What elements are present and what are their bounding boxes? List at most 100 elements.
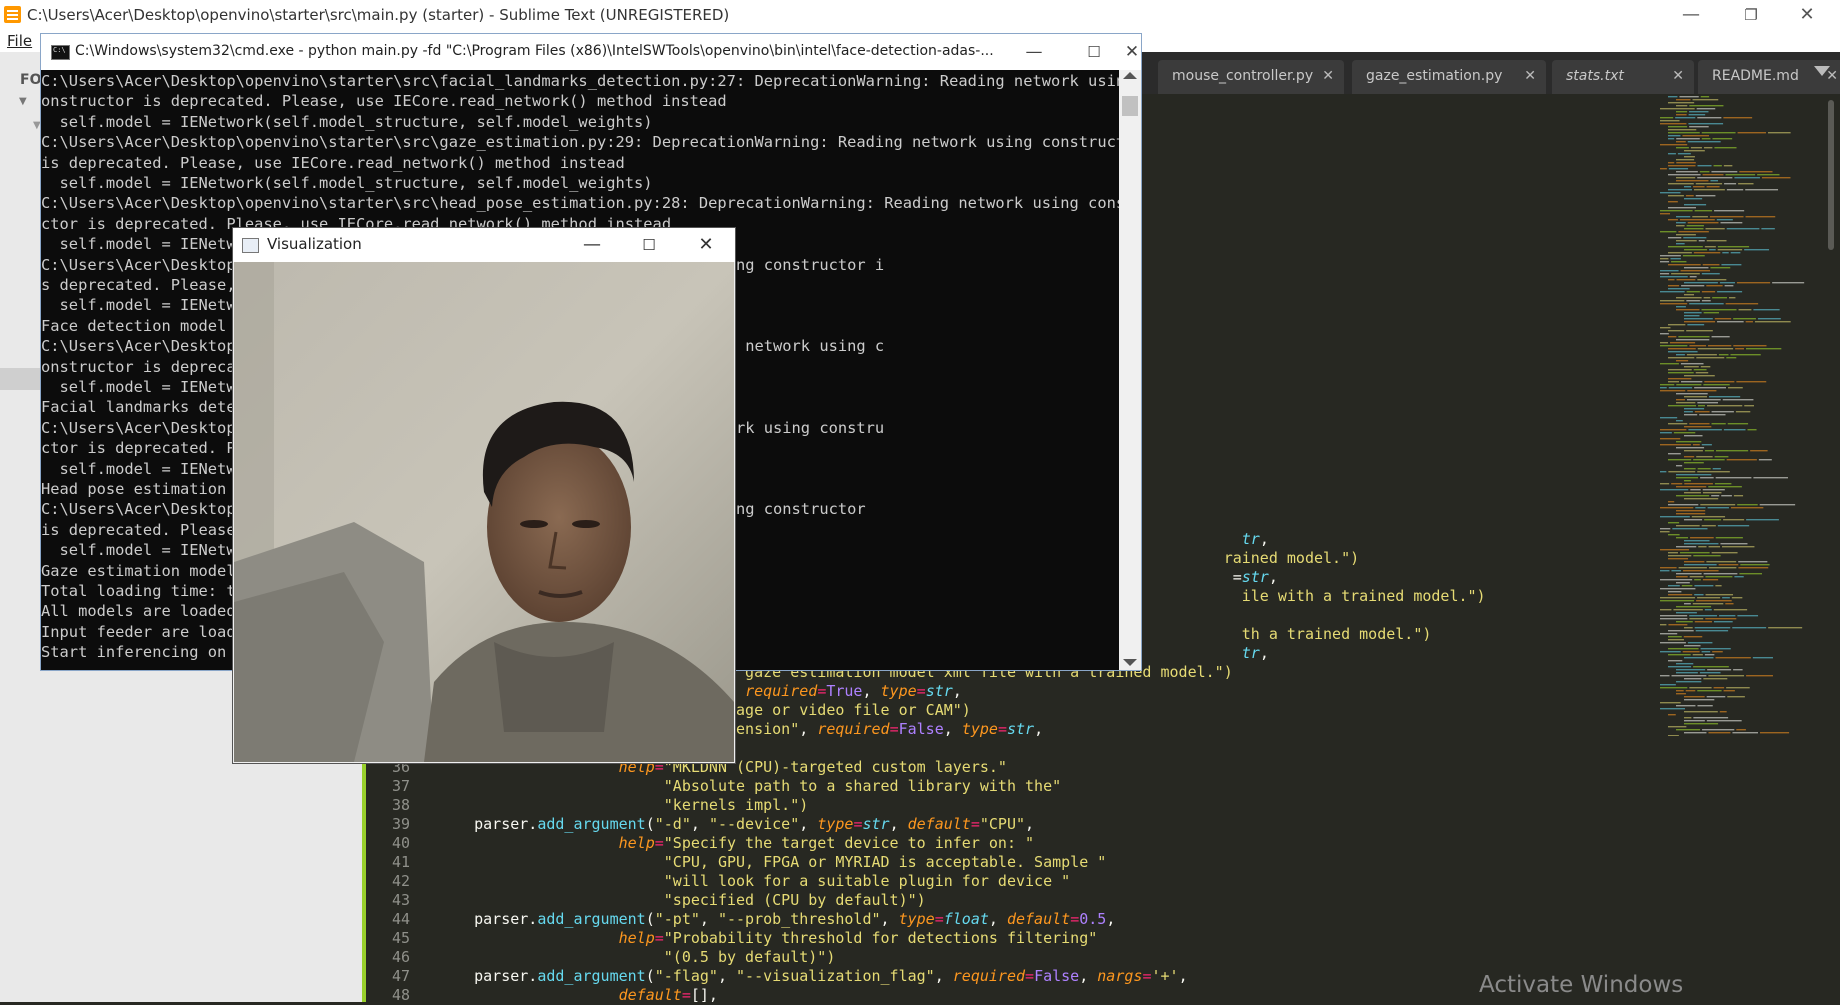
minimap-line [1676,162,1696,164]
minimap-line [1717,249,1743,251]
code-token: add_argument [537,967,646,985]
code-token: , [1259,644,1269,662]
tab-mouse-controller[interactable]: mouse_controller.py ✕ [1158,60,1344,94]
code-token: rained model.") [1223,549,1360,567]
cmd-output-line: Start inferencing on [41,643,227,662]
tab-gaze-estimation[interactable]: gaze_estimation.py ✕ [1352,60,1546,94]
cmd-output-line: self.model = IENetwo [41,378,245,396]
code-line[interactable]: 43 "specified (CPU by default)") [366,891,1826,910]
minimap-line [1711,171,1738,173]
viz-titlebar[interactable]: Visualization — ☐ ✕ [233,228,735,262]
minimap-line [1723,429,1746,431]
minimap-line [1684,366,1699,368]
code-line[interactable]: 37 "Absolute path to a shared library wi… [366,777,1826,796]
cmd-output-line: All models are loaded [41,602,236,621]
viz-minimize-button[interactable]: — [563,228,621,262]
minimap-line [1714,318,1732,320]
code-line[interactable]: 40 help="Specify the target device to in… [366,834,1826,853]
viz-maximize-button[interactable]: ☐ [620,228,678,262]
code-line[interactable]: 41 "CPU, GPU, FPGA or MYRIAD is acceptab… [366,853,1826,872]
minimap-line [1660,231,1677,233]
code-line[interactable]: 44 parser.add_argument("-pt", "--prob_th… [366,910,1826,929]
minimap-line [1668,423,1688,425]
minimap-line [1713,165,1722,167]
tab-close-icon[interactable]: ✕ [1524,60,1536,92]
scroll-up-icon[interactable] [1123,72,1137,79]
cmd-minimize-button[interactable]: — [1005,34,1063,70]
code-line[interactable]: 46 "(0.5 by default)") [366,948,1826,967]
cmd-close-button[interactable]: ✕ [1121,34,1143,70]
minimap-line [1719,282,1735,284]
minimap-line [1697,348,1734,350]
minimap-line [1703,297,1711,299]
sublime-minimize-button[interactable]: — [1668,0,1714,30]
tab-close-icon[interactable]: ✕ [1322,60,1334,92]
minimap-line [1671,483,1683,485]
minimap-line [1668,129,1697,131]
minimap-line [1684,267,1709,269]
minimap-line [1660,345,1688,347]
minimap-line [1699,171,1710,173]
code-token: "--prob_threshold" [717,910,881,928]
minimap-line [1668,168,1689,170]
cmd-output-line: Facial landmarks dete [41,398,236,417]
minimap-line [1684,282,1718,284]
minimap-line [1710,267,1731,269]
code-token: type [961,720,998,738]
viz-close-button[interactable]: ✕ [677,228,735,262]
minimap-line [1696,108,1716,110]
scroll-down-icon[interactable] [1123,659,1137,666]
minimap-line [1688,123,1724,125]
minimap-line [1660,387,1667,389]
tab-stats[interactable]: stats.txt ✕ [1552,60,1694,94]
code-token: = [970,815,980,833]
minimap-line [1746,519,1779,521]
minimap-line [1684,396,1707,398]
minimap-line [1698,405,1706,407]
code-line[interactable]: 38 "kernels impl.") [366,796,1826,815]
sublime-close-button[interactable]: ✕ [1784,0,1830,30]
cmd-maximize-button[interactable]: ☐ [1065,34,1123,70]
code-token: "Absolute path to a shared library with … [663,777,1062,795]
tab-close-icon[interactable]: ✕ [1672,60,1684,92]
minimap-line [1705,228,1725,230]
minimap-line [1668,279,1675,281]
code-token: str [1006,720,1035,738]
code-token: default [618,986,682,1004]
minimap-line [1676,306,1686,308]
code-token: parser. [438,967,538,985]
cmd-scrollbar[interactable] [1119,70,1141,670]
tab-close-icon[interactable]: ✕ [1826,60,1838,92]
folder-expand-icon[interactable]: ▼ [19,96,27,107]
code-token: required [817,720,890,738]
minimap-line [1702,264,1720,266]
minimap-line [1684,426,1712,428]
visualization-window[interactable]: Visualization — ☐ ✕ [232,227,736,764]
minimap-line [1684,492,1701,494]
minimap-line [1668,183,1694,185]
minimap-line [1718,354,1729,356]
minimap-line [1704,450,1714,452]
minimap-line [1676,474,1712,476]
minimap-line [1715,450,1749,452]
minimap-line [1660,144,1688,146]
minimap-line [1689,276,1697,278]
minimap-line [1730,354,1761,356]
minimap-line [1676,441,1702,443]
code-line[interactable]: 39 parser.add_argument("-d", "--device",… [366,815,1826,834]
minimap-line [1693,186,1705,188]
sublime-restore-button[interactable]: ❐ [1728,0,1774,30]
minimap-line [1733,495,1744,497]
minimap-line [1680,363,1704,365]
code-line[interactable]: 45 help="Probability threshold for detec… [366,929,1826,948]
minimap-line [1704,381,1735,383]
code-line[interactable]: 42 "will look for a suitable plugin for … [366,872,1826,891]
minimap-line [1723,519,1745,521]
minimap-line [1684,456,1695,458]
minimap-line [1676,399,1685,401]
cmd-titlebar[interactable]: C:\Windows\system32\cmd.exe - python mai… [41,34,1141,70]
menu-file[interactable]: File [7,32,32,50]
tab-dropdown-icon[interactable] [1814,66,1830,76]
scroll-thumb[interactable] [1122,96,1138,116]
minimap-line [1695,195,1716,197]
